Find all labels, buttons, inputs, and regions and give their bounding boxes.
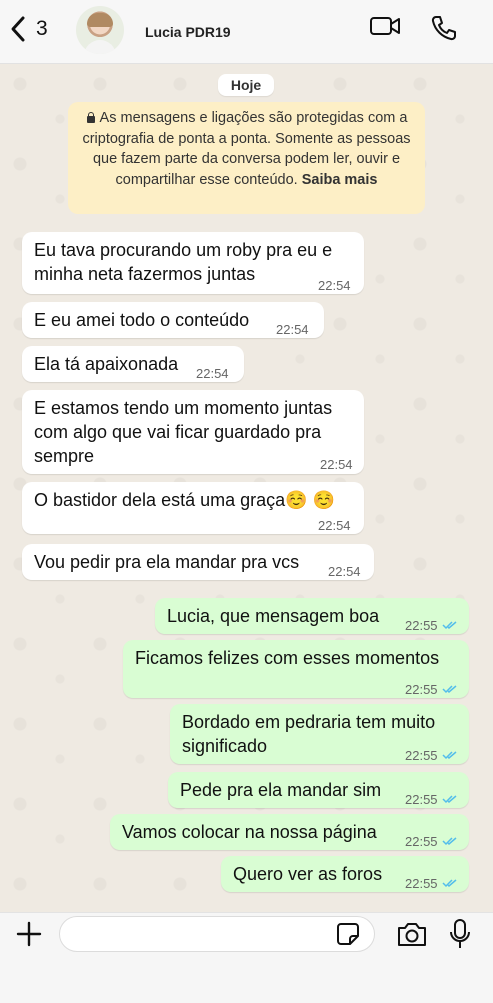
message-status: 22:55: [405, 744, 458, 768]
message-text: Ela tá apaixonada: [34, 354, 179, 374]
message-text: Ficamos felizes com esses momentos: [135, 648, 440, 668]
message-text: Pede pra ela mandar sim: [180, 780, 382, 800]
incoming-message[interactable]: Vou pedir pra ela mandar pra vcs 22:54: [22, 544, 374, 580]
outgoing-message[interactable]: Lucia, que mensagem boa 22:55: [155, 598, 469, 634]
camera-button[interactable]: [396, 920, 428, 953]
message-text: Vamos colocar na nossa página: [122, 822, 377, 842]
composer-bar: [0, 912, 493, 1003]
message-text: Eu tava procurando um roby pra eu e minh…: [34, 240, 333, 284]
voice-call-button[interactable]: [430, 14, 458, 47]
back-button[interactable]: 3: [8, 14, 48, 44]
message-time: 22:55: [405, 834, 438, 849]
unread-count: 3: [36, 17, 48, 40]
outgoing-message[interactable]: Ficamos felizes com esses momentos 22:55: [123, 640, 469, 698]
incoming-message[interactable]: Eu tava procurando um roby pra eu e minh…: [22, 232, 364, 294]
voice-message-button[interactable]: [449, 918, 471, 955]
message-text: O bastidor dela está uma graça☺️ ☺️: [34, 490, 335, 510]
video-call-button[interactable]: [369, 14, 401, 43]
message-text: Lucia, que mensagem boa: [167, 606, 380, 626]
encryption-notice[interactable]: As mensagens e ligações são protegidas c…: [68, 102, 425, 214]
message-text: Bordado em pedraria tem muito significad…: [182, 712, 436, 756]
message-list[interactable]: Hoje As mensagens e ligações são protegi…: [0, 64, 493, 912]
message-time: 22:55: [405, 876, 438, 891]
read-receipt-icon: [442, 621, 457, 630]
message-status: 22:55: [405, 830, 458, 854]
date-separator: Hoje: [218, 74, 274, 96]
message-time: 22:54: [276, 322, 309, 337]
read-receipt-icon: [442, 879, 457, 888]
incoming-message[interactable]: E estamos tendo um momento juntas com al…: [22, 390, 364, 474]
camera-icon: [398, 923, 426, 946]
message-time: 22:54: [328, 564, 361, 579]
message-text: E estamos tendo um momento juntas com al…: [34, 398, 333, 466]
sticker-button[interactable]: [336, 922, 360, 951]
microphone-icon: [450, 919, 470, 948]
plus-icon: [16, 921, 42, 947]
message-input[interactable]: [59, 916, 375, 952]
message-status: 22:55: [405, 872, 458, 896]
outgoing-message[interactable]: Vamos colocar na nossa página 22:55: [110, 814, 469, 850]
message-time: 22:54: [196, 366, 229, 381]
video-camera-icon: [370, 17, 400, 35]
message-text: Vou pedir pra ela mandar pra vcs: [34, 552, 300, 572]
message-time: 22:54: [318, 278, 351, 293]
message-time: 22:55: [405, 748, 438, 763]
phone-icon: [431, 16, 456, 41]
message-time: 22:54: [320, 457, 353, 472]
message-text: Quero ver as foros: [233, 864, 383, 884]
outgoing-message[interactable]: Pede pra ela mandar sim 22:55: [168, 772, 469, 808]
lock-icon: [86, 112, 96, 123]
read-receipt-icon: [442, 837, 457, 846]
message-time: 22:54: [318, 518, 351, 533]
incoming-message[interactable]: E eu amei todo o conteúdo 22:54: [22, 302, 324, 338]
message-status: 22:55: [405, 678, 458, 702]
outgoing-message[interactable]: Bordado em pedraria tem muito significad…: [170, 704, 469, 764]
message-time: 22:55: [405, 618, 438, 633]
message-status: 22:55: [405, 788, 458, 812]
read-receipt-icon: [442, 685, 457, 694]
contact-avatar[interactable]: [76, 6, 124, 54]
incoming-message[interactable]: O bastidor dela está uma graça☺️ ☺️ 22:5…: [22, 482, 364, 534]
chevron-left-icon: [11, 16, 25, 42]
sticker-icon: [337, 923, 359, 945]
outgoing-message[interactable]: Quero ver as foros 22:55: [221, 856, 469, 892]
learn-more-link[interactable]: Saiba mais: [302, 172, 378, 188]
message-time: 22:55: [405, 792, 438, 807]
read-receipt-icon: [442, 751, 457, 760]
attach-button[interactable]: [16, 921, 42, 952]
message-status: 22:55: [405, 614, 458, 638]
contact-name[interactable]: Lucia PDR19: [145, 24, 231, 40]
message-text: E eu amei todo o conteúdo: [34, 310, 250, 330]
message-time: 22:55: [405, 682, 438, 697]
incoming-message[interactable]: Ela tá apaixonada 22:54: [22, 346, 244, 382]
chat-header: 3 Lucia PDR19: [0, 0, 493, 64]
read-receipt-icon: [442, 795, 457, 804]
